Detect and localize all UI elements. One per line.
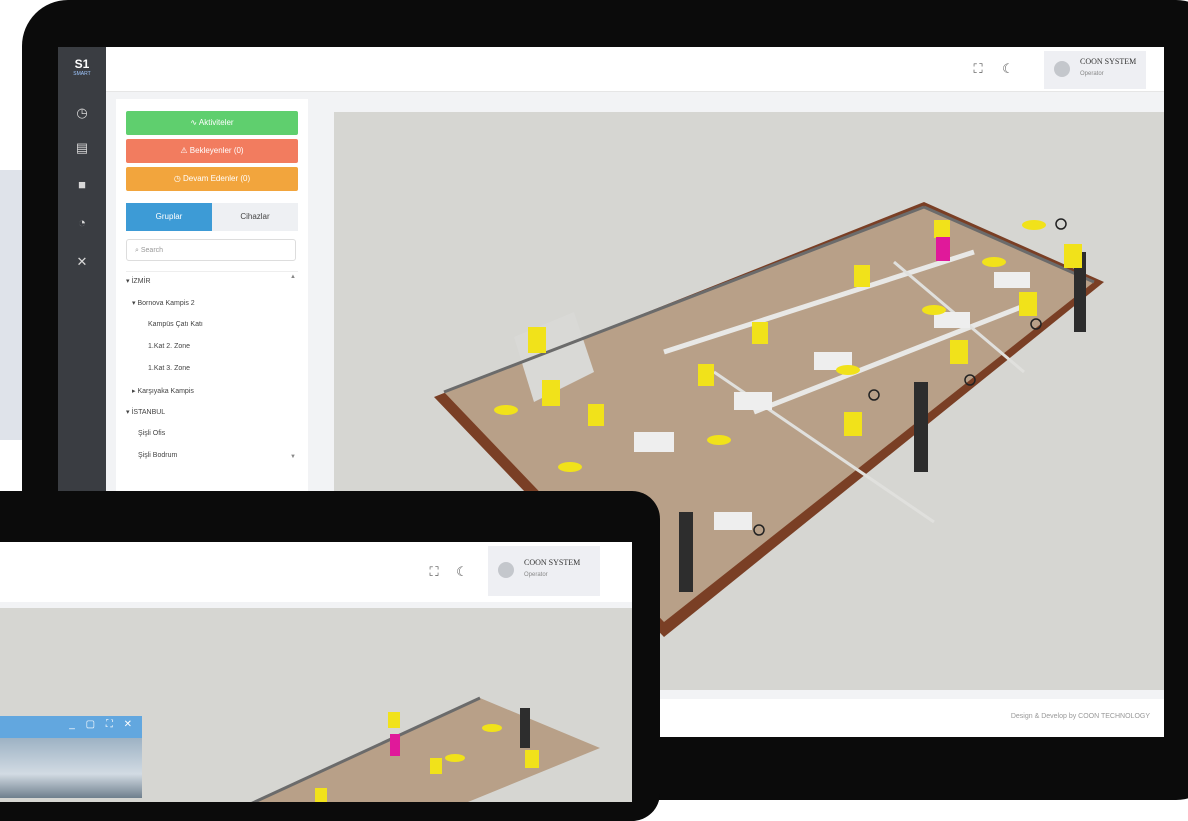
tools-icon[interactable]: ✕ <box>72 252 92 272</box>
ceiling-sensor[interactable] <box>1022 220 1046 230</box>
clock-icon[interactable]: ◔ <box>72 213 92 233</box>
user-role: Operator <box>524 572 548 578</box>
sensor-marker[interactable] <box>752 322 768 344</box>
sensor-marker[interactable] <box>698 364 714 386</box>
sensor-marker[interactable] <box>542 380 560 406</box>
pending-button[interactable]: ⚠ Bekleyenler (0) <box>126 139 298 163</box>
user-menu[interactable]: COON SYSTEM Operator <box>1044 51 1146 89</box>
ceiling-sensor[interactable] <box>707 435 731 445</box>
user-icon <box>1054 61 1070 77</box>
floor-wood <box>254 698 600 802</box>
camera-feed <box>0 738 142 798</box>
user-name: COON SYSTEM <box>524 558 581 567</box>
fullscreen-icon[interactable]: ⛶ <box>968 59 988 79</box>
moon-icon[interactable]: ☾ <box>452 562 472 582</box>
app-logo[interactable]: S1 SMART <box>67 57 97 83</box>
camera-popup-titlebar: _ ▢ ⛶ ✕ <box>0 716 142 738</box>
pillar <box>679 512 693 592</box>
fullscreen-icon[interactable]: ⛶ <box>424 562 444 582</box>
ceiling-sensor[interactable] <box>482 724 502 732</box>
id-card-icon[interactable]: ▤ <box>72 138 92 158</box>
desk <box>714 512 752 530</box>
tree-item[interactable]: ▾ Bornova Kampis 2 <box>132 299 195 307</box>
ceiling-sensor[interactable] <box>494 405 518 415</box>
desk <box>734 392 772 410</box>
ongoing-button[interactable]: ◷ Devam Edenler (0) <box>126 167 298 191</box>
sensor-marker[interactable] <box>844 412 862 436</box>
tree-item[interactable]: ▾ İZMİR <box>126 277 151 285</box>
tab-groups[interactable]: Gruplar <box>126 203 212 231</box>
alarm-marker[interactable] <box>390 734 400 756</box>
ceiling-sensor[interactable] <box>445 754 465 762</box>
warning-icon: ⚠ <box>180 146 190 155</box>
top-bar-front: ⛶ ☾ COON SYSTEM Operator <box>0 542 632 602</box>
tree-scrollbar[interactable]: ▲ ▼ <box>288 272 298 472</box>
tree-item[interactable]: Şişli Bodrum <box>138 452 177 459</box>
pillar <box>520 708 530 748</box>
user-menu-front[interactable]: COON SYSTEM Operator <box>488 546 600 596</box>
sensor-marker[interactable] <box>388 712 400 728</box>
sensor-marker[interactable] <box>950 340 968 364</box>
sensor-marker[interactable] <box>588 404 604 426</box>
tree-item[interactable]: Kampüs Çatı Katı <box>148 321 203 328</box>
user-name: COON SYSTEM <box>1080 57 1137 66</box>
ceiling-sensor[interactable] <box>836 365 860 375</box>
sensor-marker[interactable] <box>934 220 950 238</box>
ceiling-sensor[interactable] <box>982 257 1006 267</box>
alarm-marker[interactable] <box>936 237 950 261</box>
sensor-marker[interactable] <box>315 788 327 802</box>
tabs: Gruplar Cihazlar <box>126 203 298 231</box>
cube-icon[interactable]: ■ <box>72 175 92 195</box>
footer-credit: Design & Develop by COON TECHNOLOGY <box>1010 713 1150 720</box>
sensor-marker[interactable] <box>1019 292 1037 316</box>
activities-button[interactable]: ∿ Aktiviteler <box>126 111 298 135</box>
tree-item[interactable]: ▸ Karşıyaka Kampis <box>132 387 194 395</box>
moon-icon[interactable]: ☾ <box>998 59 1018 79</box>
pillar <box>914 382 928 472</box>
desk <box>994 272 1030 288</box>
user-icon <box>498 562 514 578</box>
clock-circle-icon: ◷ <box>173 174 184 183</box>
tree-item[interactable]: 1.Kat 3. Zone <box>148 365 190 372</box>
ceiling-sensor[interactable] <box>558 462 582 472</box>
group-tree: ▾ İZMİR ▾ Bornova Kampis 2 Kampüs Çatı K… <box>126 271 298 472</box>
user-role: Operator <box>1080 71 1104 77</box>
tree-item[interactable]: ▾ İSTANBUL <box>126 408 165 416</box>
tab-devices[interactable]: Cihazlar <box>212 203 298 231</box>
sensor-marker[interactable] <box>1064 244 1082 268</box>
camera-marker[interactable] <box>1055 218 1067 230</box>
tree-item[interactable]: Şişli Ofis <box>138 430 165 437</box>
sensor-marker[interactable] <box>528 327 546 353</box>
activity-icon: ∿ <box>190 118 199 127</box>
desk <box>634 432 674 452</box>
camera-popup[interactable]: _ ▢ ⛶ ✕ <box>0 716 142 798</box>
sensor-marker[interactable] <box>525 750 539 768</box>
top-bar: ⛶ ☾ COON SYSTEM Operator <box>106 47 1164 92</box>
sensor-marker[interactable] <box>430 758 442 774</box>
sensor-marker[interactable] <box>854 265 870 287</box>
dashboard-icon[interactable]: ◷ <box>72 103 92 123</box>
window-controls[interactable]: _ ▢ ⛶ ✕ <box>69 719 136 730</box>
ceiling-sensor[interactable] <box>922 305 946 315</box>
search-input[interactable]: ⌕ Search <box>126 239 296 261</box>
tree-item[interactable]: 1.Kat 2. Zone <box>148 343 190 350</box>
